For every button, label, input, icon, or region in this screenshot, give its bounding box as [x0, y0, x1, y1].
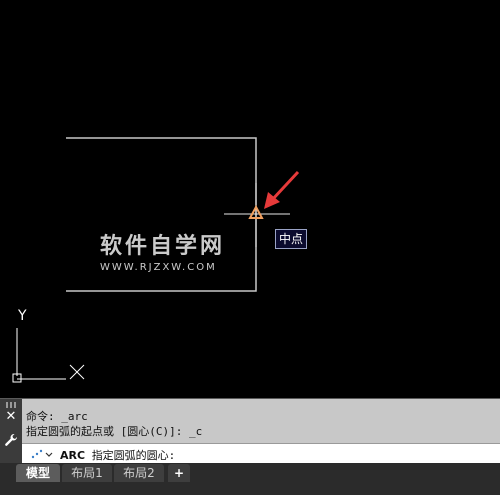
command-prompt: ARC 指定圆弧的圆心:: [60, 447, 175, 463]
watermark-title: 软件自学网: [100, 234, 226, 259]
command-prompt-text: 指定圆弧的圆心:: [91, 449, 176, 462]
tab-layout2[interactable]: 布局2: [114, 464, 164, 482]
command-input[interactable]: ARC 指定圆弧的圆心:: [22, 443, 500, 465]
drag-grip-icon[interactable]: [6, 402, 16, 408]
tab-layout1[interactable]: 布局1: [62, 464, 112, 482]
watermark: 软件自学网 WWW.RJZXW.COM: [100, 228, 225, 273]
close-icon[interactable]: ✕: [4, 410, 18, 424]
ucs-y-label: Y: [18, 308, 27, 324]
watermark-url: WWW.RJZXW.COM: [100, 262, 217, 273]
osnap-tooltip: 中点: [275, 229, 308, 249]
command-history-line: 命令: _arc: [26, 410, 88, 423]
ucs-icon: [12, 328, 85, 383]
plus-icon[interactable]: +: [168, 464, 190, 482]
command-line-sidebar: ✕: [0, 399, 22, 464]
command-line-panel: ✕ 命令: _arc 指定圆弧的起点或 [圆心(C)]: _c ARC 指定圆弧…: [0, 398, 500, 465]
command-history: 命令: _arc 指定圆弧的起点或 [圆心(C)]: _c: [26, 409, 202, 439]
command-recent-icon[interactable]: [30, 448, 54, 460]
command-history-line: 指定圆弧的起点或 [圆心(C)]: _c: [26, 425, 203, 438]
layout-tabbar: 模型 布局1 布局2 +: [0, 463, 500, 495]
wrench-icon[interactable]: [3, 432, 19, 448]
command-name: ARC: [60, 449, 86, 462]
drawing-svg: [12, 137, 300, 383]
annotation-arrow-icon: [264, 170, 300, 209]
drawing-canvas[interactable]: 软件自学网 WWW.RJZXW.COM Y 中点: [0, 0, 500, 398]
tab-model[interactable]: 模型: [16, 464, 60, 482]
